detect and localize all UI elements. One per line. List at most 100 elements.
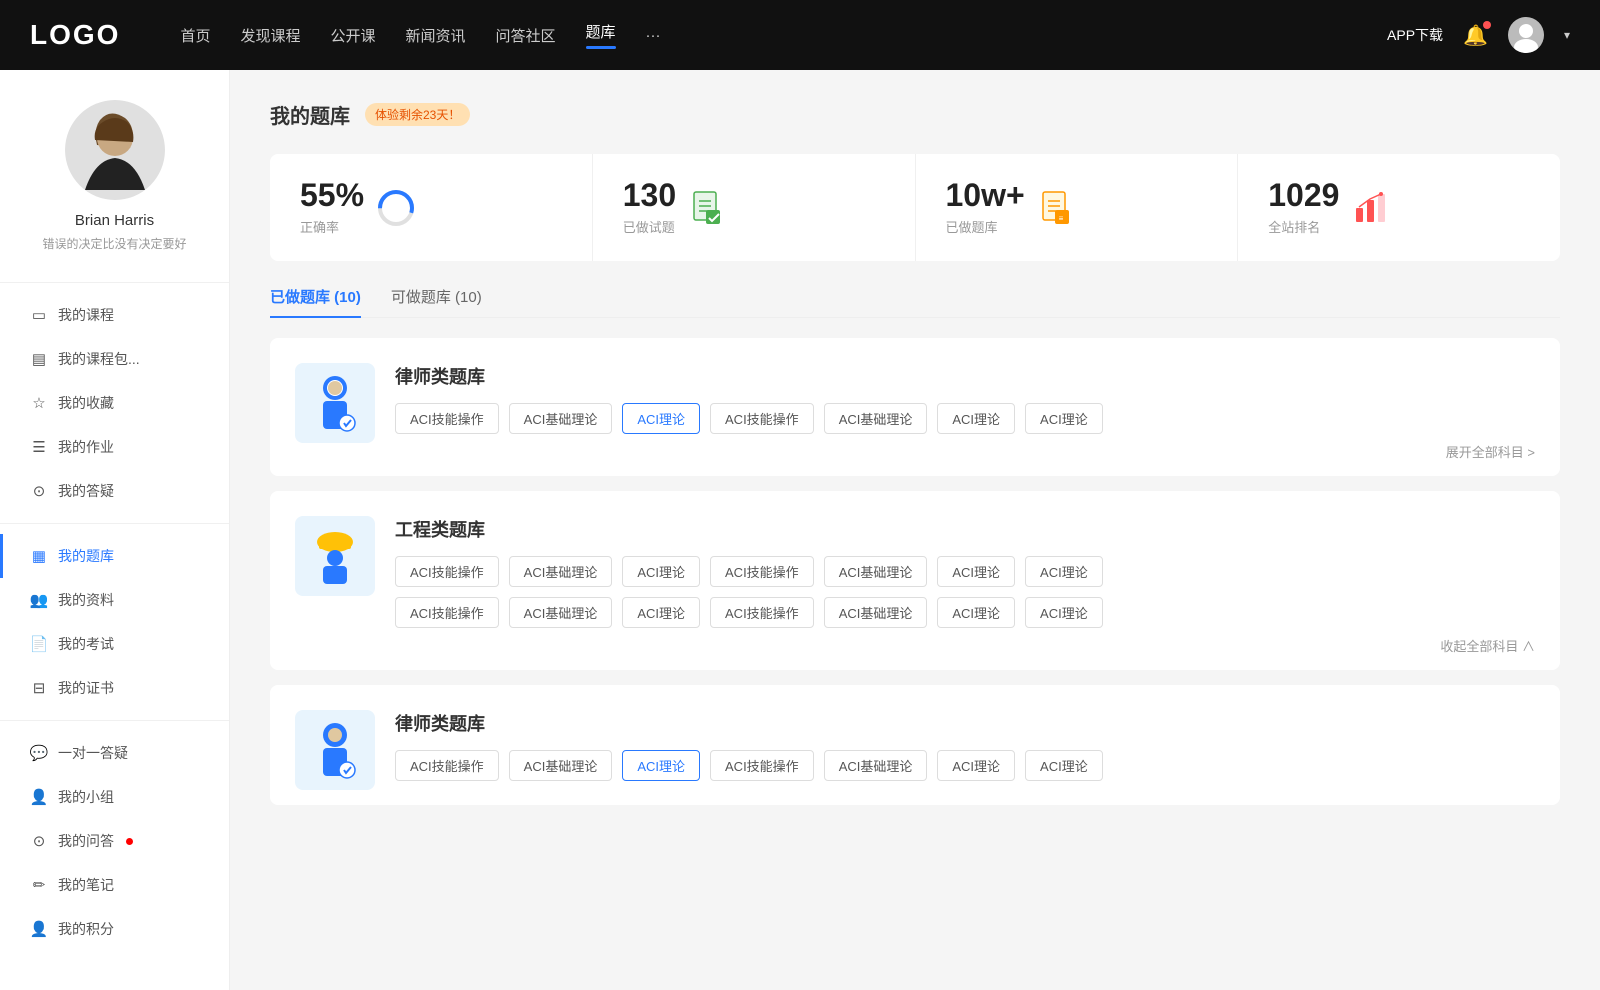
stat-questions-label: 已做试题 (623, 217, 676, 236)
bank-tag[interactable]: ACI技能操作 (395, 403, 499, 434)
stat-ranking: 1029 全站排名 (1238, 154, 1560, 261)
bank-tag[interactable]: ACI理论 (622, 597, 700, 628)
bank-tag[interactable]: ACI理论 (937, 750, 1015, 781)
stat-ranking-label: 全站排名 (1268, 217, 1339, 236)
sidebar-item-question-bank[interactable]: ▦ 我的题库 (0, 534, 229, 578)
sidebar-divider (0, 282, 229, 283)
my-questions-icon: ⊙ (30, 832, 48, 850)
expand-link-lawyer-1[interactable]: 展开全部科目 > (395, 434, 1535, 461)
my-course-icon: ▭ (30, 306, 48, 324)
bank-tag[interactable]: ACI技能操作 (710, 556, 814, 587)
bank-tag[interactable]: ACI基础理论 (824, 597, 928, 628)
bank-tag[interactable]: ACI基础理论 (509, 556, 613, 587)
sidebar-item-my-group[interactable]: 👤 我的小组 (0, 775, 229, 819)
bank-body-lawyer-1: 律师类题库 ACI技能操作 ACI基础理论 ACI理论 ACI技能操作 ACI基… (395, 363, 1535, 461)
bank-body-engineer: 工程类题库 ACI技能操作 ACI基础理论 ACI理论 ACI技能操作 ACI基… (395, 516, 1535, 655)
bank-tag[interactable]: ACI理论 (1025, 403, 1103, 434)
my-group-icon: 👤 (30, 788, 48, 806)
bank-tag[interactable]: ACI理论 (1025, 556, 1103, 587)
bank-card-engineer: 工程类题库 ACI技能操作 ACI基础理论 ACI理论 ACI技能操作 ACI基… (270, 491, 1560, 670)
my-materials-icon: 👥 (30, 591, 48, 609)
user-menu-chevron-icon[interactable]: ▾ (1564, 28, 1570, 42)
bank-name-lawyer-2: 律师类题库 (395, 710, 1535, 736)
questions-doc-icon (688, 188, 728, 228)
sidebar-item-tutor[interactable]: 💬 一对一答疑 (0, 731, 229, 775)
avatar (65, 100, 165, 200)
bank-tag[interactable]: ACI基础理论 (509, 403, 613, 434)
stats-row: 55% 正确率 130 已做试题 (270, 154, 1560, 261)
my-cert-icon: ⊟ (30, 679, 48, 697)
sidebar-divider2 (0, 523, 229, 524)
nav-open-course[interactable]: 公开课 (330, 25, 375, 46)
stat-banks-value: 10w+ (946, 179, 1025, 211)
bank-tag[interactable]: ACI理论 (937, 597, 1015, 628)
bank-tag-active[interactable]: ACI理论 (622, 403, 700, 434)
bank-tag[interactable]: ACI理论 (937, 556, 1015, 587)
bank-tag[interactable]: ACI基础理论 (509, 750, 613, 781)
bank-tag[interactable]: ACI技能操作 (710, 403, 814, 434)
bank-tag[interactable]: ACI技能操作 (395, 750, 499, 781)
main-content: 我的题库 体验剩余23天！ 55% 正确率 (230, 70, 1600, 990)
sidebar-item-my-course[interactable]: ▭ 我的课程 (0, 293, 229, 337)
logo: LOGO (30, 19, 120, 51)
sidebar-item-favorites[interactable]: ☆ 我的收藏 (0, 381, 229, 425)
bank-tag[interactable]: ACI理论 (937, 403, 1015, 434)
nav-qa[interactable]: 问答社区 (496, 25, 556, 46)
sidebar-item-my-cert[interactable]: ⊟ 我的证书 (0, 666, 229, 710)
bank-tag[interactable]: ACI技能操作 (710, 750, 814, 781)
bank-tag[interactable]: ACI基础理论 (824, 556, 928, 587)
tabs-row: 已做题库 (10) 可做题库 (10) (270, 286, 1560, 318)
nav-links: 首页 发现课程 公开课 新闻资讯 问答社区 题库 ··· (180, 21, 1387, 49)
nav-discover[interactable]: 发现课程 (240, 25, 300, 46)
bank-tags-lawyer-2: ACI技能操作 ACI基础理论 ACI理论 ACI技能操作 ACI基础理论 AC… (395, 750, 1535, 781)
stat-banks-label: 已做题库 (946, 217, 1025, 236)
bank-tag[interactable]: ACI理论 (1025, 597, 1103, 628)
topnav: LOGO 首页 发现课程 公开课 新闻资讯 问答社区 题库 ··· APP下载 … (0, 0, 1600, 70)
sidebar-item-my-notes[interactable]: ✏ 我的笔记 (0, 863, 229, 907)
stat-banks: 10w+ 已做题库 ≡ (916, 154, 1239, 261)
sidebar-divider3 (0, 720, 229, 721)
stat-accuracy-value: 55% (300, 179, 364, 211)
stat-accuracy-label: 正确率 (300, 217, 364, 236)
sidebar-item-my-qa[interactable]: ⊙ 我的答疑 (0, 469, 229, 513)
sidebar-item-my-points[interactable]: 👤 我的积分 (0, 907, 229, 951)
bank-tag[interactable]: ACI技能操作 (395, 556, 499, 587)
my-notes-icon: ✏ (30, 876, 48, 894)
bank-card-lawyer-2: 律师类题库 ACI技能操作 ACI基础理论 ACI理论 ACI技能操作 ACI基… (270, 685, 1560, 805)
banks-doc-icon: ≡ (1037, 188, 1077, 228)
stat-questions-value: 130 (623, 179, 676, 211)
nav-news[interactable]: 新闻资讯 (406, 25, 466, 46)
sidebar-item-homework[interactable]: ☰ 我的作业 (0, 425, 229, 469)
nav-question-bank[interactable]: 题库 (586, 21, 616, 49)
bank-tag-active[interactable]: ACI理论 (622, 750, 700, 781)
user-avatar[interactable] (1508, 17, 1544, 53)
stat-ranking-value: 1029 (1268, 179, 1339, 211)
bank-tag[interactable]: ACI理论 (622, 556, 700, 587)
tutor-icon: 💬 (30, 744, 48, 762)
collapse-link-engineer[interactable]: 收起全部科目 ∧ (395, 628, 1535, 655)
sidebar-item-my-materials[interactable]: 👥 我的资料 (0, 578, 229, 622)
trial-badge: 体验剩余23天！ (365, 103, 470, 126)
sidebar-item-my-questions[interactable]: ⊙ 我的问答 (0, 819, 229, 863)
unread-dot (126, 838, 133, 845)
bank-tag[interactable]: ACI基础理论 (509, 597, 613, 628)
profile-name: Brian Harris (75, 212, 154, 229)
bank-tag[interactable]: ACI基础理论 (824, 750, 928, 781)
bank-tag[interactable]: ACI理论 (1025, 750, 1103, 781)
nav-home[interactable]: 首页 (180, 25, 210, 46)
bank-tag[interactable]: ACI技能操作 (710, 597, 814, 628)
bank-name-lawyer-1: 律师类题库 (395, 363, 1535, 389)
engineer-icon-wrap (295, 516, 375, 596)
homework-icon: ☰ (30, 438, 48, 456)
notification-bell-icon[interactable] (1463, 23, 1488, 48)
tab-done-banks[interactable]: 已做题库 (10) (270, 286, 361, 317)
sidebar-item-my-exam[interactable]: 📄 我的考试 (0, 622, 229, 666)
bank-tag[interactable]: ACI技能操作 (395, 597, 499, 628)
question-bank-icon: ▦ (30, 547, 48, 565)
bank-tag[interactable]: ACI基础理论 (824, 403, 928, 434)
sidebar-item-course-package[interactable]: ▤ 我的课程包... (0, 337, 229, 381)
nav-more[interactable]: ··· (646, 27, 661, 44)
app-download-button[interactable]: APP下载 (1387, 25, 1443, 45)
tab-available-banks[interactable]: 可做题库 (10) (391, 286, 482, 317)
my-qa-icon: ⊙ (30, 482, 48, 500)
